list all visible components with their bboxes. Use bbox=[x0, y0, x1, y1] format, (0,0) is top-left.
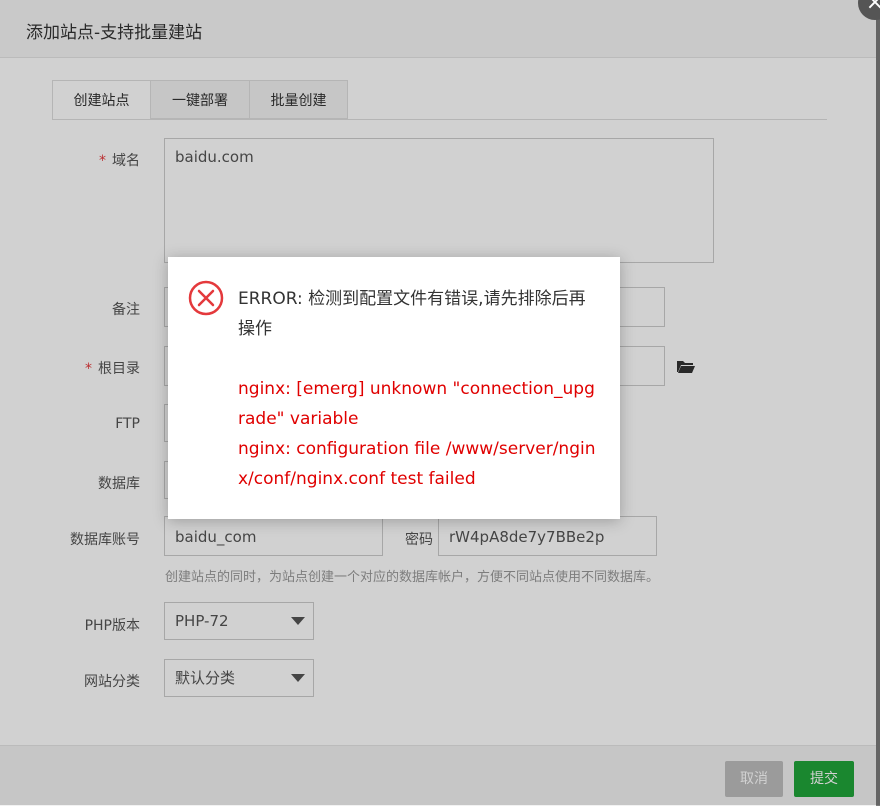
error-dialog: ERROR: 检测到配置文件有错误,请先排除后再操作 nginx: [emerg… bbox=[168, 257, 620, 519]
error-icon bbox=[188, 280, 224, 316]
error-detail-line: nginx: configuration file /www/server/ng… bbox=[238, 439, 596, 489]
error-detail-line: nginx: [emerg] unknown "connection_upgra… bbox=[238, 379, 595, 429]
error-message: ERROR: 检测到配置文件有错误,请先排除后再操作 nginx: [emerg… bbox=[238, 284, 598, 494]
error-message-title: ERROR: 检测到配置文件有错误,请先排除后再操作 bbox=[238, 289, 586, 339]
